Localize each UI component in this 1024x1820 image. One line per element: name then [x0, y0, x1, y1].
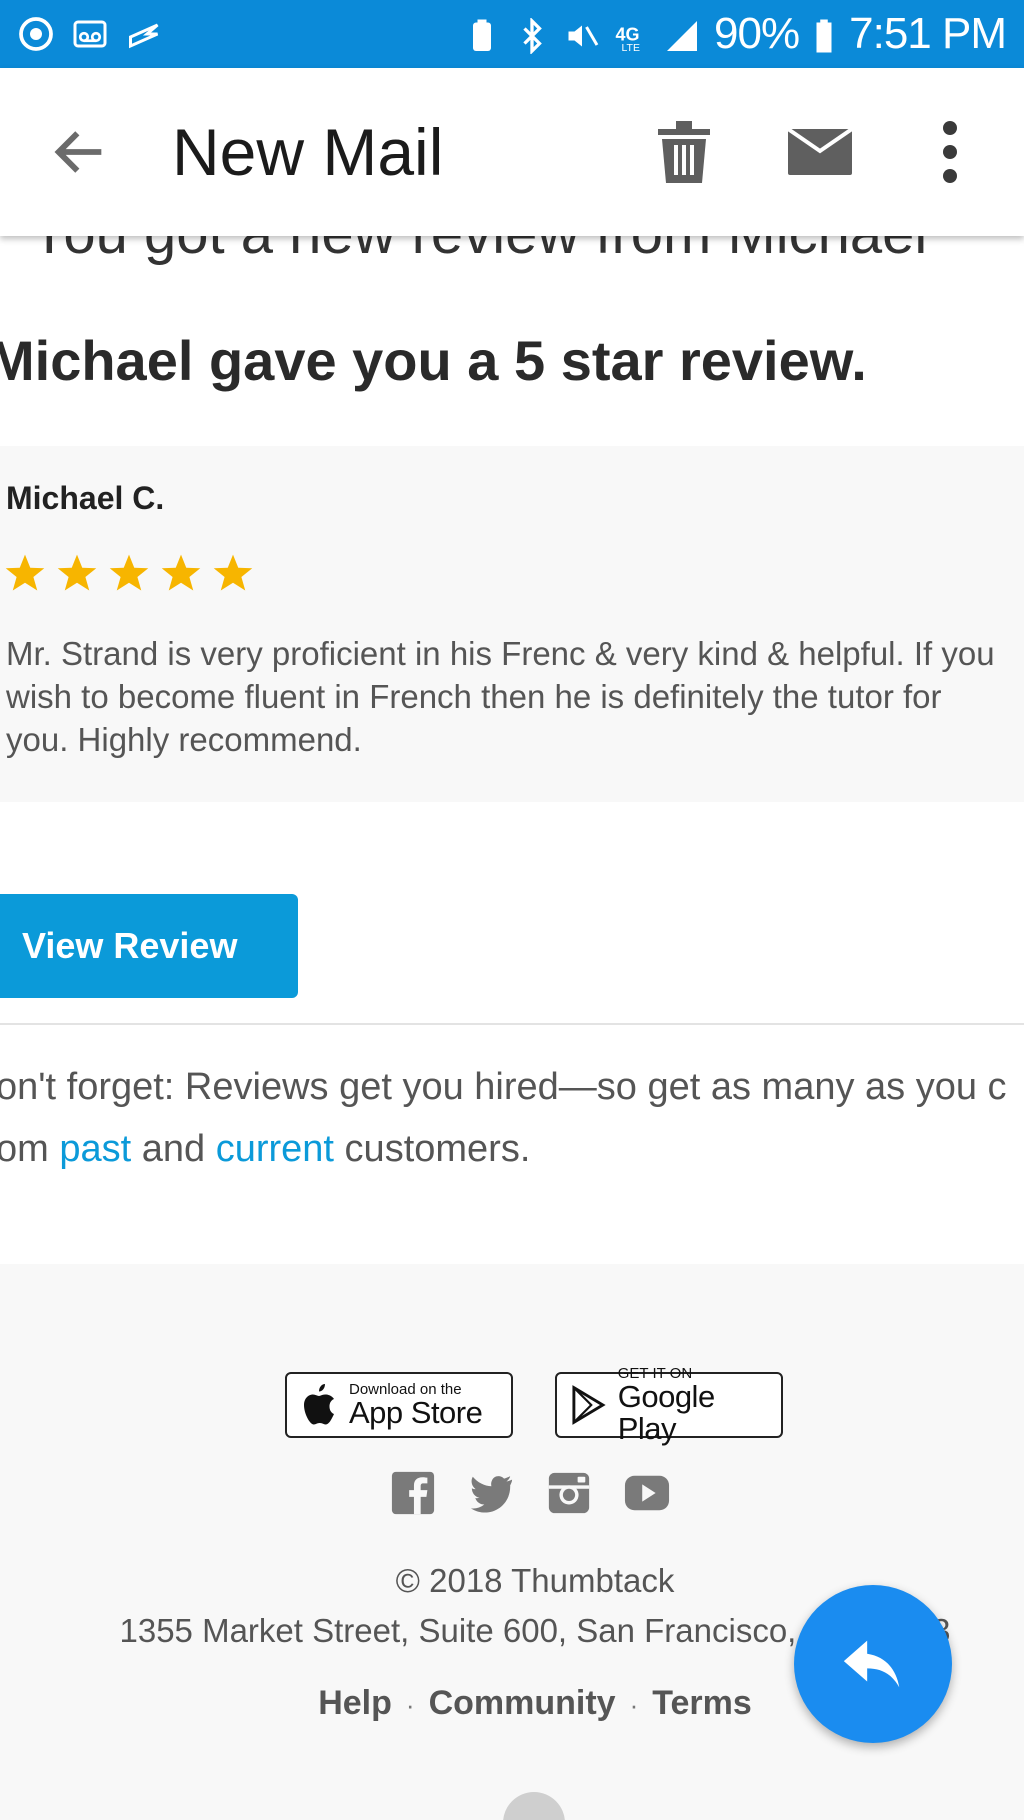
community-link[interactable]: Community — [429, 1684, 616, 1722]
clock: 7:51 PM — [849, 9, 1007, 58]
reply-fab[interactable] — [794, 1585, 952, 1743]
tip-middle: and — [131, 1128, 216, 1170]
star-icon — [213, 554, 253, 591]
separator: · — [629, 1690, 639, 1720]
voicemail-mail-icon — [72, 16, 108, 52]
bluetooth-icon — [514, 16, 550, 55]
past-link[interactable]: past — [59, 1128, 131, 1170]
tip-text: on't forget: Reviews get you hired—so ge… — [0, 1056, 1007, 1180]
thumbtack-logo — [503, 1792, 565, 1820]
google-play-badge[interactable]: GET IT ON Google Play — [555, 1366, 783, 1444]
twitter-icon[interactable] — [468, 1470, 514, 1516]
reply-icon — [843, 1640, 900, 1688]
tip-prefix: om — [0, 1128, 60, 1170]
google-play-icon — [572, 1385, 606, 1425]
headline: Michael gave you a 5 star review. — [0, 329, 867, 392]
terms-link[interactable]: Terms — [652, 1684, 752, 1722]
app-store-text: Download on the App Store — [349, 1382, 483, 1430]
apple-icon — [304, 1384, 334, 1425]
view-review-button[interactable]: View Review — [0, 894, 298, 998]
battery-percent: 90% — [714, 9, 800, 58]
system-icons: 4G LTE 90% 7:51 PM — [464, 9, 1007, 59]
help-link[interactable]: Help — [318, 1684, 392, 1722]
app-bar: New Mail — [0, 68, 1024, 236]
mail-icon[interactable] — [786, 127, 854, 175]
tip-line-1: on't forget: Reviews get you hired—so ge… — [0, 1066, 1007, 1108]
star-rating — [4, 552, 254, 594]
facebook-icon[interactable] — [390, 1470, 436, 1516]
star-icon — [161, 554, 201, 591]
status-bar: 4G LTE 90% 7:51 PM — [0, 0, 1024, 68]
star-icon — [57, 554, 97, 591]
app-store-badge[interactable]: Download on the App Store — [285, 1372, 513, 1438]
svg-text:LTE: LTE — [622, 42, 640, 54]
zillow-icon — [126, 16, 162, 52]
more-vert-icon[interactable] — [928, 120, 972, 184]
email-title: You got a new review from Michael — [30, 236, 927, 267]
trash-icon[interactable] — [656, 121, 712, 183]
mute-icon — [564, 16, 600, 52]
google-play-big: Google Play — [617, 1378, 715, 1446]
page-title: New Mail — [172, 115, 444, 189]
star-icon — [5, 554, 45, 591]
youtube-icon[interactable] — [624, 1470, 670, 1516]
review-card: Michael C. Mr. Strand is very proficient… — [0, 446, 1024, 802]
chrome-icon — [18, 16, 54, 52]
network-4g-icon: 4G LTE — [614, 16, 650, 55]
tip-suffix: customers. — [334, 1128, 531, 1170]
email-body: You got a new review from Michael Michae… — [0, 236, 1024, 1820]
battery-icon — [813, 16, 835, 53]
reviewer-name: Michael C. — [6, 480, 165, 516]
back-arrow-icon[interactable] — [48, 120, 112, 184]
signal-icon — [664, 16, 700, 52]
tip-line-2: om past and current customers. — [0, 1118, 1007, 1180]
current-link[interactable]: current — [216, 1128, 334, 1170]
google-play-text: GET IT ON Google Play — [618, 1366, 767, 1445]
social-links — [390, 1470, 670, 1516]
notification-icons — [18, 16, 162, 52]
instagram-icon[interactable] — [546, 1470, 592, 1516]
app-store-big: App Store — [349, 1394, 483, 1430]
review-text: Mr. Strand is very proficient in his Fre… — [6, 635, 995, 758]
star-icon — [109, 554, 149, 591]
separator: · — [405, 1690, 415, 1720]
divider — [0, 1023, 1024, 1025]
battery-saver-icon — [464, 16, 500, 52]
